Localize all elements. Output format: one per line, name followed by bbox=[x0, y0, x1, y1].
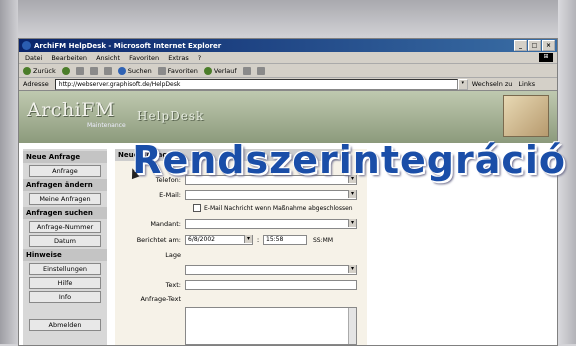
home-icon bbox=[103, 66, 112, 75]
time-separator: : bbox=[256, 236, 260, 244]
banner-illustration bbox=[503, 95, 549, 137]
location-label: Lage bbox=[165, 251, 181, 259]
date-select[interactable]: 6/8/2002 bbox=[185, 235, 253, 245]
home-button[interactable] bbox=[103, 66, 112, 75]
text-input[interactable] bbox=[185, 280, 357, 290]
request-text-label: Anfrage-Text bbox=[140, 295, 181, 303]
search-icon bbox=[117, 66, 126, 75]
minimize-button[interactable]: _ bbox=[514, 40, 527, 51]
favorites-button[interactable]: Favoriten bbox=[157, 66, 198, 75]
address-bar: Adresse http://webserver.graphisoft.de/H… bbox=[19, 78, 557, 91]
menu-favorites[interactable]: Favoriten bbox=[129, 54, 159, 62]
toolbar: Zurück Suchen Favoriten Verlauf bbox=[19, 64, 557, 78]
date-button[interactable]: Datum bbox=[29, 235, 101, 247]
back-label: Zurück bbox=[33, 66, 56, 75]
stop-button[interactable] bbox=[75, 66, 84, 75]
window-title: ArchiFM HelpDesk - Microsoft Internet Ex… bbox=[34, 41, 222, 50]
frame-top bbox=[0, 0, 576, 36]
search-button[interactable]: Suchen bbox=[117, 66, 152, 75]
request-number-button[interactable]: Anfrage-Nummer bbox=[29, 221, 101, 233]
forward-button[interactable] bbox=[61, 66, 70, 75]
info-button[interactable]: Info bbox=[29, 291, 101, 303]
client-select[interactable] bbox=[185, 219, 357, 229]
time-input[interactable]: 15:58 bbox=[263, 235, 307, 245]
menu-edit[interactable]: Bearbeiten bbox=[51, 54, 87, 62]
reported-label: Berichtet am: bbox=[136, 236, 181, 244]
logo-subtitle: Maintenance bbox=[87, 122, 126, 129]
title-bar: ArchiFM HelpDesk - Microsoft Internet Ex… bbox=[19, 39, 557, 52]
textarea-scrollbar[interactable] bbox=[348, 308, 356, 344]
menu-help[interactable]: ? bbox=[198, 54, 201, 62]
favorites-icon bbox=[157, 66, 166, 75]
client-label: Mandant: bbox=[150, 220, 181, 228]
browser-window: ArchiFM HelpDesk - Microsoft Internet Ex… bbox=[18, 38, 558, 346]
maximize-button[interactable]: □ bbox=[528, 40, 541, 51]
close-button[interactable]: × bbox=[542, 40, 555, 51]
history-label: Verlauf bbox=[213, 66, 237, 75]
back-arrow-icon bbox=[23, 66, 31, 75]
page-content: ArchiFM Maintenance HelpDesk Neue Anfrag… bbox=[19, 91, 557, 345]
print-icon bbox=[256, 66, 265, 75]
email-label: E-Mail: bbox=[159, 191, 181, 199]
section-hints: Hinweise bbox=[23, 249, 107, 261]
email-notify-checkbox[interactable] bbox=[193, 204, 201, 212]
address-dropdown[interactable]: ▾ bbox=[457, 78, 468, 90]
history-icon bbox=[203, 66, 212, 75]
print-button[interactable] bbox=[256, 66, 265, 75]
back-button[interactable]: Zurück bbox=[23, 66, 56, 75]
mail-icon bbox=[242, 66, 251, 75]
archifm-logo: ArchiFM bbox=[27, 99, 115, 121]
search-label: Suchen bbox=[127, 66, 152, 75]
history-button[interactable]: Verlauf bbox=[203, 66, 237, 75]
overlay-caption: Rendszerintegráció bbox=[132, 138, 566, 182]
address-input[interactable]: http://webserver.graphisoft.de/HelpDesk bbox=[54, 78, 458, 90]
time-format-hint: SS:MM bbox=[313, 236, 333, 244]
go-button[interactable]: Wechseln zu bbox=[472, 80, 513, 88]
favorites-label: Favoriten bbox=[167, 66, 198, 75]
section-search-requests: Anfragen suchen bbox=[23, 207, 107, 219]
menu-tools[interactable]: Extras bbox=[168, 54, 189, 62]
email-notify-label: E-Mail Nachricht wenn Maßnahme abgeschlo… bbox=[204, 204, 353, 212]
mail-button[interactable] bbox=[242, 66, 251, 75]
product-title: HelpDesk bbox=[137, 109, 205, 123]
forward-arrow-icon bbox=[61, 66, 70, 75]
ie-icon bbox=[22, 41, 31, 50]
text-label: Text: bbox=[165, 281, 181, 289]
banner: ArchiFM Maintenance HelpDesk bbox=[19, 91, 557, 143]
my-requests-button[interactable]: Meine Anfragen bbox=[29, 193, 101, 205]
windows-logo-icon: ⊞ bbox=[539, 53, 553, 62]
address-label: Adresse bbox=[23, 80, 49, 88]
stop-icon bbox=[75, 66, 84, 75]
menu-view[interactable]: Ansicht bbox=[96, 54, 120, 62]
menu-file[interactable]: Datei bbox=[25, 54, 42, 62]
request-text-area[interactable] bbox=[185, 307, 357, 345]
help-button[interactable]: Hilfe bbox=[29, 277, 101, 289]
refresh-icon bbox=[89, 66, 98, 75]
menu-bar: Datei Bearbeiten Ansicht Favoriten Extra… bbox=[19, 52, 557, 64]
email-select[interactable] bbox=[185, 190, 357, 200]
links-button[interactable]: Links bbox=[518, 80, 535, 88]
logout-button[interactable]: Abmelden bbox=[29, 319, 101, 331]
location-select[interactable] bbox=[185, 265, 357, 275]
settings-button[interactable]: Einstellungen bbox=[29, 263, 101, 275]
refresh-button[interactable] bbox=[89, 66, 98, 75]
